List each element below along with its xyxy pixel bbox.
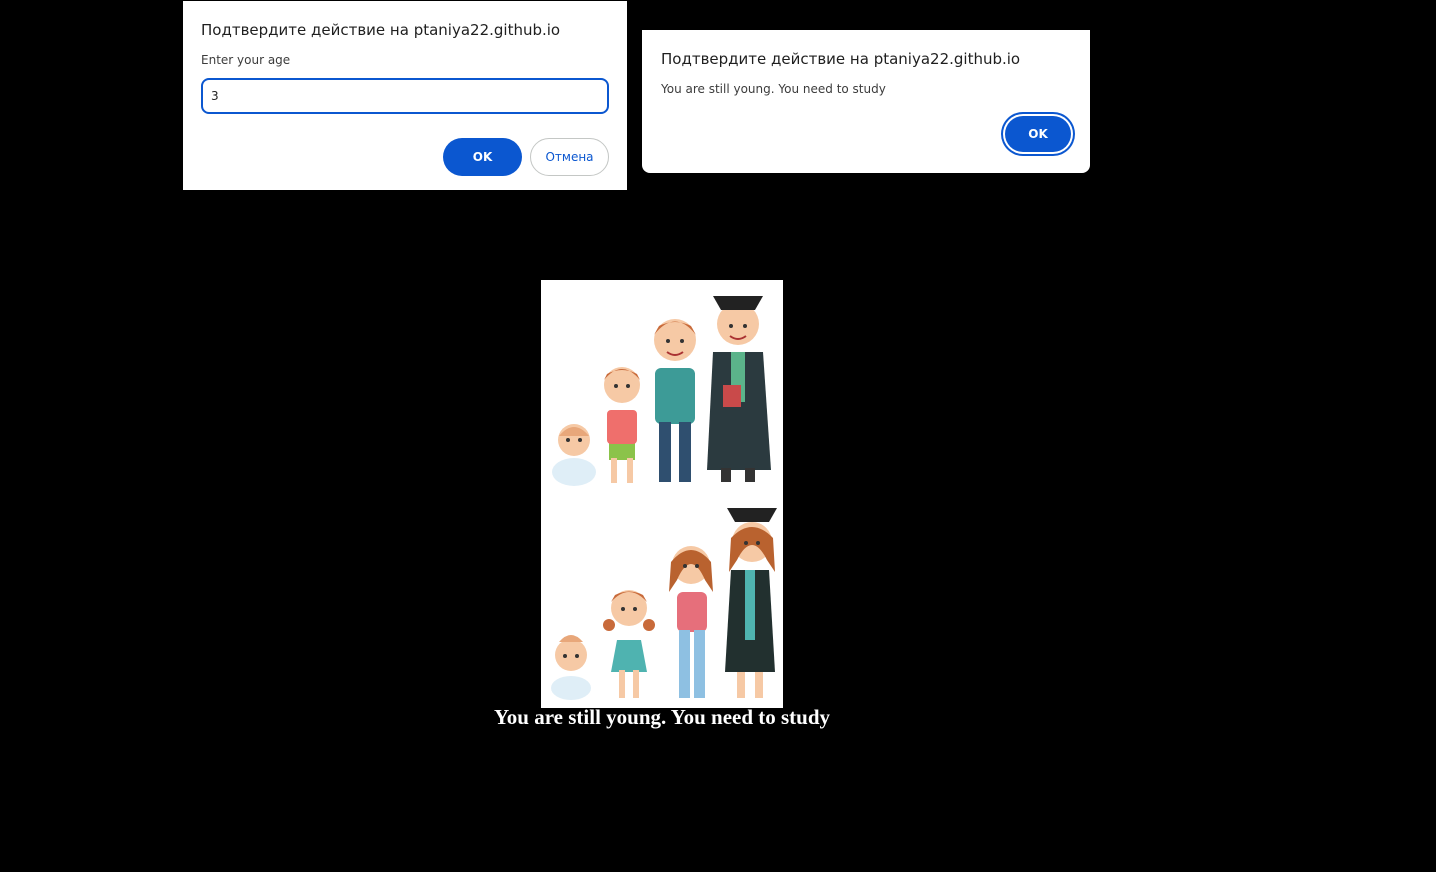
alert-dialog-title: Подтвердите действие на ptaniya22.github… (661, 50, 1021, 68)
girl-graduate-figure (725, 508, 777, 698)
prompt-dialog-message: Enter your age (201, 53, 291, 67)
prompt-cancel-button[interactable]: Отмена (530, 138, 609, 176)
alert-dialog-message: You are still young. You need to study (661, 82, 886, 96)
people-illustration-icon (541, 280, 783, 708)
result-message: You are still young. You need to study (493, 705, 831, 729)
age-input[interactable] (201, 78, 609, 114)
alert-ok-button[interactable]: OK (1005, 116, 1071, 152)
prompt-dialog: Подтвердите действие на ptaniya22.github… (183, 1, 627, 190)
alert-dialog: Подтвердите действие на ptaniya22.github… (642, 30, 1090, 173)
growing-up-illustration (541, 280, 783, 708)
prompt-dialog-title: Подтвердите действие на ptaniya22.github… (201, 21, 561, 39)
prompt-ok-button[interactable]: OK (443, 138, 522, 176)
